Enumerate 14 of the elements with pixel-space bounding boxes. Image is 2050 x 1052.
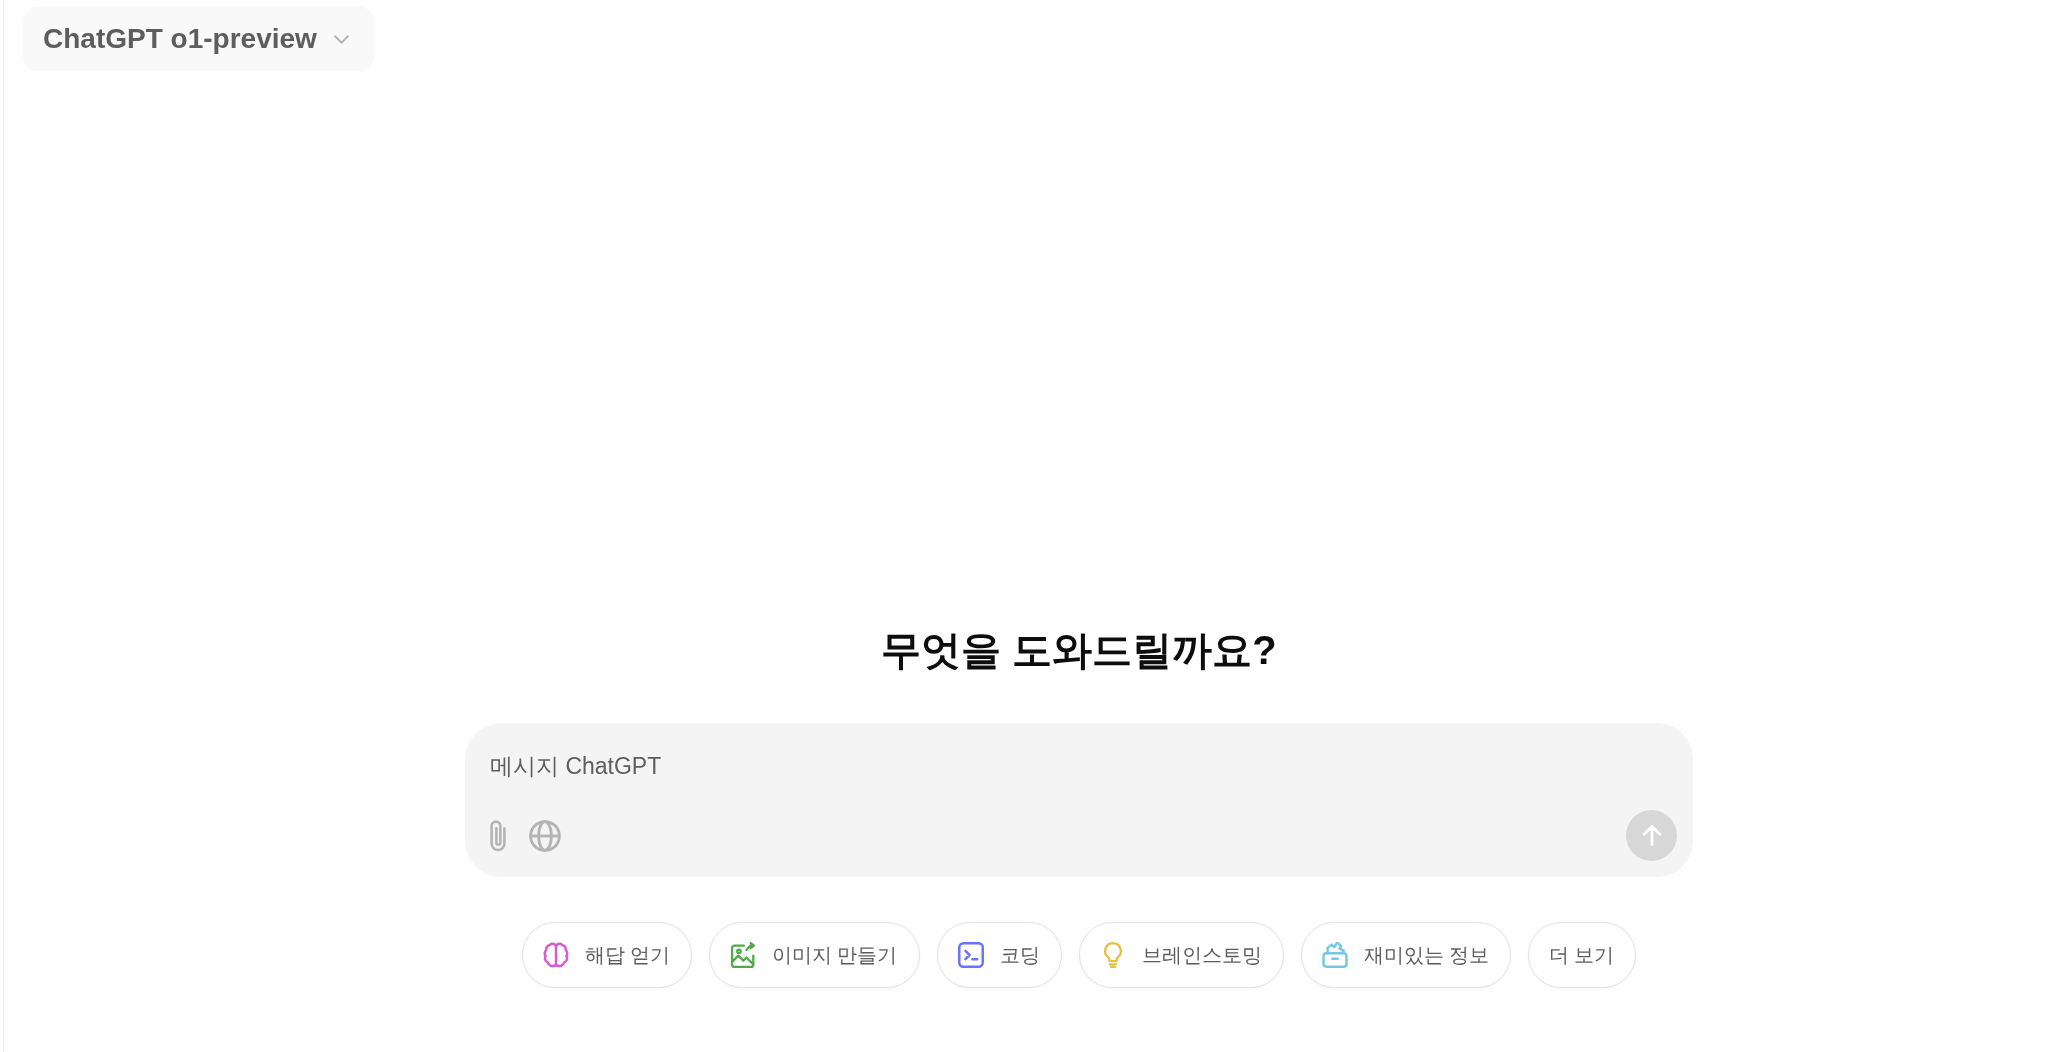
- suggestion-chip[interactable]: 브레인스토밍: [1078, 922, 1284, 988]
- chevron-down-icon: [333, 34, 349, 44]
- message-composer[interactable]: 메시지 ChatGPT: [465, 723, 1693, 877]
- suggestion-chip[interactable]: 해답 얻기: [521, 922, 693, 988]
- page-heading: 무엇을 도와드릴까요?: [881, 627, 1277, 674]
- paperclip-icon: [490, 819, 506, 852]
- suggestion-chip[interactable]: 이미지 만들기: [709, 922, 920, 988]
- model-selector-button[interactable]: ChatGPT o1-preview: [23, 7, 374, 71]
- globe-icon: [529, 819, 561, 852]
- more-button[interactable]: 더 보기: [1527, 922, 1637, 988]
- suggestion-chip[interactable]: 재미있는 정보: [1300, 922, 1511, 988]
- suggestion-chip[interactable]: 코딩: [936, 922, 1062, 988]
- arrow-up-icon: [1642, 825, 1661, 846]
- message-input[interactable]: 메시지 ChatGPT: [490, 744, 1677, 788]
